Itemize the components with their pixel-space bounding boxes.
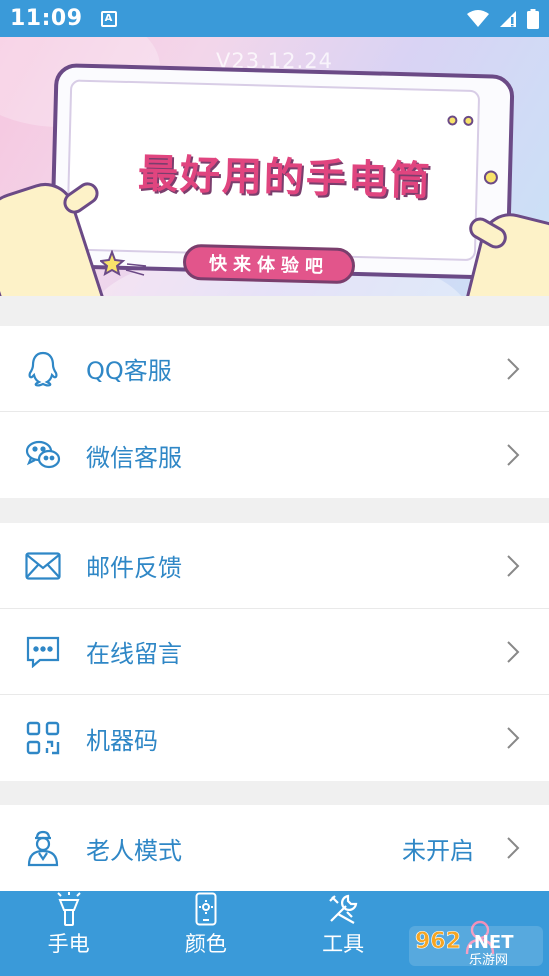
elder-mode-status: 未开启 — [402, 836, 474, 865]
phone-dots — [447, 115, 474, 126]
try-now-button[interactable]: 快来体验吧 — [182, 243, 356, 285]
nav-label: 手电 — [47, 932, 90, 956]
menu-item-label: 邮件反馈 — [86, 554, 182, 582]
battery-icon — [527, 8, 539, 29]
wifi-icon — [467, 9, 489, 27]
menu-item-online-message[interactable]: 在线留言 — [0, 609, 549, 695]
support-group: QQ客服 微信客服 — [0, 326, 549, 498]
chevron-right-icon — [507, 444, 520, 466]
status-time: 11:09 — [10, 6, 83, 31]
svg-text:.NET: .NET — [467, 932, 514, 953]
svg-text:962: 962 — [415, 929, 461, 954]
chevron-right-icon — [507, 727, 520, 749]
tab-color[interactable]: 颜色 — [137, 891, 274, 976]
signal-icon — [500, 10, 516, 27]
mail-icon — [24, 547, 62, 585]
phone-button — [483, 170, 499, 185]
chevron-right-icon — [507, 554, 520, 577]
menu-item-wechat-support[interactable]: 微信客服 — [0, 412, 549, 498]
banner-title: 最好用的手电筒 — [137, 151, 433, 205]
chevron-right-icon — [507, 640, 520, 663]
nav-label: 工具 — [322, 932, 365, 956]
message-icon — [24, 633, 62, 671]
qq-icon — [24, 350, 62, 388]
flashlight-icon — [49, 891, 89, 926]
menu-item-label: 在线留言 — [86, 640, 182, 668]
notification-icon: A — [100, 10, 117, 27]
tools-icon — [323, 891, 363, 926]
chevron-right-icon — [507, 837, 520, 859]
elder-icon — [24, 829, 62, 867]
tab-tools[interactable]: 工具 — [275, 891, 412, 976]
site-watermark-logo: 962 .NET 乐游网 — [409, 926, 543, 968]
menu-item-label: 老人模式 — [86, 836, 182, 865]
svg-text:乐游网: 乐游网 — [469, 953, 508, 968]
menu-item-elder-mode[interactable]: 老人模式 未开启 — [0, 805, 549, 891]
chevron-right-icon — [507, 357, 520, 380]
feedback-group: 邮件反馈 在线留言 机器码 — [0, 523, 549, 781]
screen: 11:09 A V23.12.24 最好用的手电筒 快来体验吧 QQ客服 微信客… — [0, 0, 549, 976]
nav-label: 颜色 — [184, 932, 227, 956]
menu-item-email-feedback[interactable]: 邮件反馈 — [0, 523, 549, 609]
status-icons — [467, 8, 539, 29]
menu-item-label: QQ客服 — [86, 357, 172, 385]
menu-item-qq-support[interactable]: QQ客服 — [0, 326, 549, 412]
menu-item-label: 机器码 — [86, 726, 158, 755]
banner[interactable]: V23.12.24 最好用的手电筒 快来体验吧 — [0, 37, 549, 296]
phone-color-icon — [186, 891, 226, 926]
wechat-icon — [24, 436, 62, 474]
qrcode-icon — [24, 719, 62, 757]
menu-item-machine-code[interactable]: 机器码 — [0, 695, 549, 781]
tab-flashlight[interactable]: 手电 — [0, 891, 137, 976]
menu-item-label: 微信客服 — [86, 443, 182, 472]
status-bar: 11:09 A — [0, 0, 549, 37]
star-icon — [100, 250, 147, 277]
settings-group: 老人模式 未开启 — [0, 805, 549, 891]
